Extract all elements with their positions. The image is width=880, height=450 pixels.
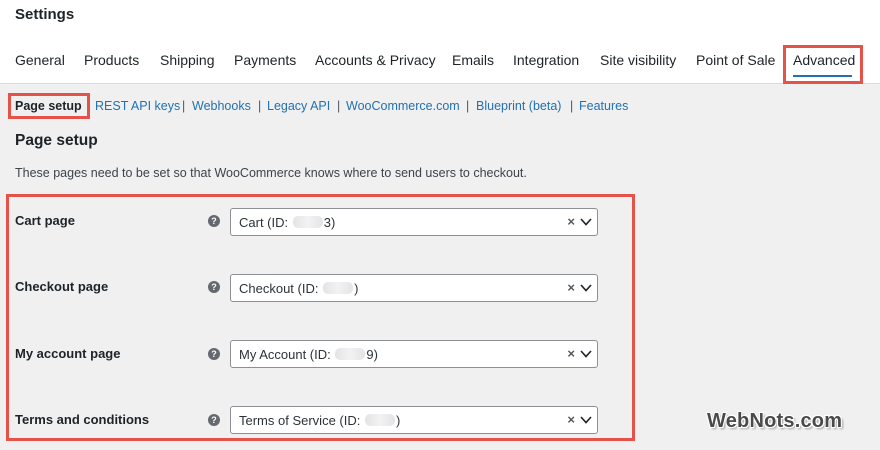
subnav-page-setup[interactable]: Page setup xyxy=(15,99,82,113)
subnav-legacy-api[interactable]: Legacy API xyxy=(267,99,330,113)
tab-advanced[interactable]: Advanced xyxy=(793,52,855,68)
tab-point-of-sale[interactable]: Point of Sale xyxy=(696,52,775,68)
chevron-down-icon[interactable] xyxy=(580,217,592,227)
clear-x-icon[interactable]: × xyxy=(567,412,575,427)
tab-emails[interactable]: Emails xyxy=(452,52,494,68)
watermark-logo: WebNots.com xyxy=(707,410,843,432)
clear-x-icon[interactable]: × xyxy=(567,346,575,361)
question-circle-icon[interactable]: ? xyxy=(208,215,220,227)
subnav-blueprint[interactable]: Blueprint (beta) xyxy=(476,99,561,113)
chevron-down-icon[interactable] xyxy=(580,349,592,359)
question-circle-icon[interactable]: ? xyxy=(208,281,220,293)
cart-page-value: Cart (ID: 3) xyxy=(239,215,336,230)
redacted-id xyxy=(292,216,323,228)
subnav-separator: | xyxy=(570,99,574,113)
tab-shipping[interactable]: Shipping xyxy=(160,52,215,68)
tab-integration[interactable]: Integration xyxy=(513,52,579,68)
settings-tabs: General Products Shipping Payments Accou… xyxy=(0,44,880,84)
checkout-page-select[interactable]: Checkout (ID: ) × xyxy=(230,274,598,302)
subnav-separator: | xyxy=(182,99,186,113)
cart-page-select[interactable]: Cart (ID: 3) × xyxy=(230,208,598,236)
terms-page-select[interactable]: Terms of Service (ID: ) × xyxy=(230,406,598,434)
tab-products[interactable]: Products xyxy=(84,52,139,68)
page-title: Settings xyxy=(15,6,75,23)
tab-general[interactable]: General xyxy=(15,52,65,68)
subnav-webhooks[interactable]: Webhooks xyxy=(192,99,251,113)
redacted-id xyxy=(364,414,395,426)
tab-site-visibility[interactable]: Site visibility xyxy=(600,52,676,68)
subnav-rest-api-keys[interactable]: REST API keys xyxy=(95,99,180,113)
subnav-separator: | xyxy=(337,99,341,113)
subnav-features[interactable]: Features xyxy=(579,99,628,113)
section-title: Page setup xyxy=(15,132,98,149)
terms-page-value: Terms of Service (ID: ) xyxy=(239,413,401,428)
advanced-subnav: Page setup REST API keys | Webhooks | Le… xyxy=(0,97,880,117)
redacted-id xyxy=(335,348,366,360)
subnav-separator: | xyxy=(258,99,262,113)
my-account-page-select[interactable]: My Account (ID: 9) × xyxy=(230,340,598,368)
terms-page-label: Terms and conditions xyxy=(15,412,150,427)
cart-page-label: Cart page xyxy=(15,213,75,228)
clear-x-icon[interactable]: × xyxy=(567,280,575,295)
tab-payments[interactable]: Payments xyxy=(234,52,296,68)
chevron-down-icon[interactable] xyxy=(580,415,592,425)
tab-accounts-privacy[interactable]: Accounts & Privacy xyxy=(315,52,436,68)
clear-x-icon[interactable]: × xyxy=(567,214,575,229)
chevron-down-icon[interactable] xyxy=(580,283,592,293)
subnav-woocommerce-com[interactable]: WooCommerce.com xyxy=(346,99,460,113)
question-circle-icon[interactable]: ? xyxy=(208,414,220,426)
settings-header: Settings General Products Shipping Payme… xyxy=(0,0,880,84)
checkout-page-label: Checkout page xyxy=(15,279,109,294)
active-tab-indicator xyxy=(793,75,852,77)
my-account-page-value: My Account (ID: 9) xyxy=(239,347,378,362)
my-account-page-label: My account page xyxy=(15,346,121,361)
question-circle-icon[interactable]: ? xyxy=(208,348,220,360)
redacted-id xyxy=(323,282,354,294)
checkout-page-value: Checkout (ID: ) xyxy=(239,281,359,296)
section-description: These pages need to be set so that WooCo… xyxy=(15,166,527,180)
subnav-separator: | xyxy=(466,99,470,113)
